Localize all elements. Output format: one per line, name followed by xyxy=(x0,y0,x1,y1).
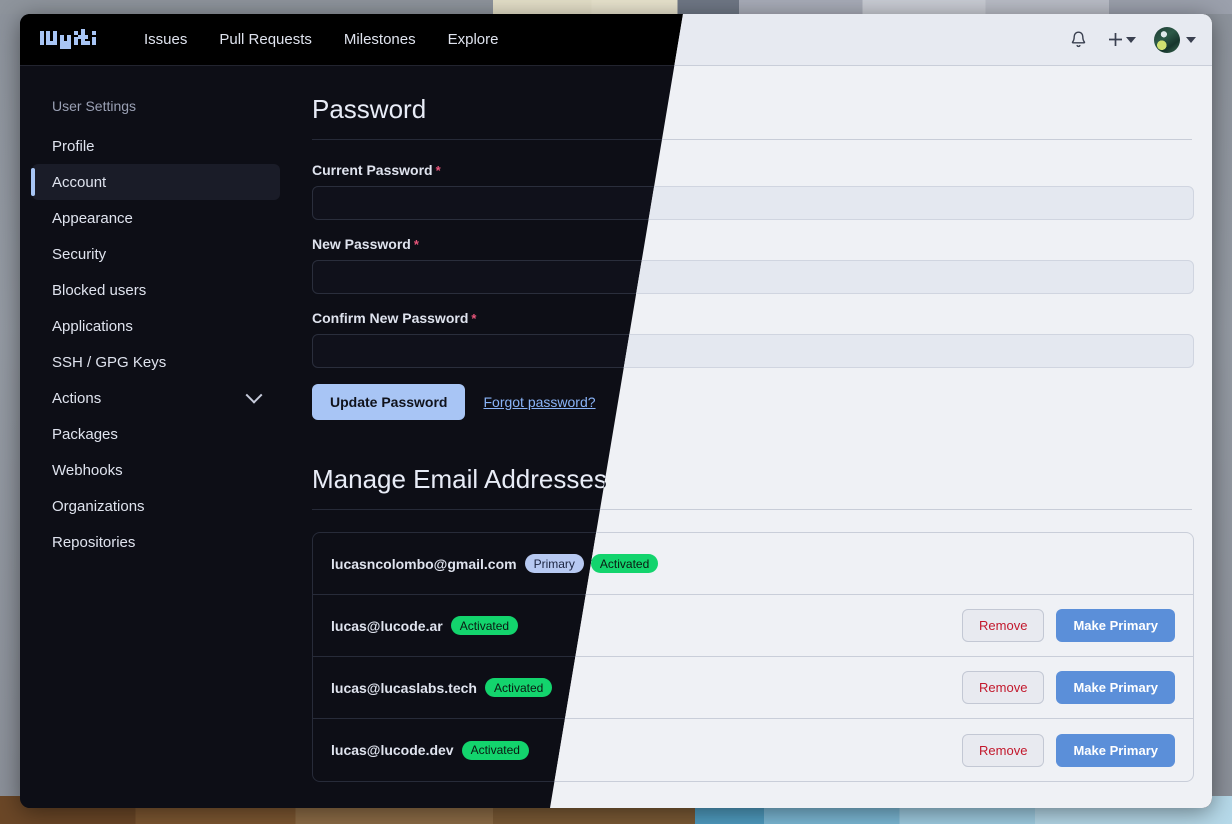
sidebar-item-label: Profile xyxy=(52,138,95,155)
wallpaper-mountains xyxy=(0,0,1232,14)
main-content: Password Current Password* New Password*… xyxy=(292,66,1212,808)
sidebar-item-actions[interactable]: Actions xyxy=(32,380,280,416)
email-address: lucas@lucode.ar xyxy=(331,618,443,634)
required-marker: * xyxy=(471,311,476,326)
email-address: lucas@lucode.dev xyxy=(331,742,454,758)
table-row: lucas@lucaslabs.tech Activated Remove Ma… xyxy=(313,657,1193,719)
sidebar-item-label: Appearance xyxy=(52,210,133,227)
make-primary-button[interactable]: Make Primary xyxy=(1056,734,1175,767)
confirm-password-label: Confirm New Password* xyxy=(312,310,1192,326)
status-badge-primary: Primary xyxy=(525,554,584,573)
sidebar-item-label: Organizations xyxy=(52,498,145,515)
row-actions: Remove Make Primary xyxy=(962,671,1175,704)
sidebar-item-label: Blocked users xyxy=(52,282,146,299)
nav-link-issues[interactable]: Issues xyxy=(128,25,203,54)
plus-icon xyxy=(1107,31,1124,48)
chevron-down-icon xyxy=(1186,37,1196,43)
top-navigation-bar: Issues Pull Requests Milestones Explore xyxy=(20,14,1212,66)
lugit-logo[interactable] xyxy=(40,28,102,52)
bell-icon xyxy=(1070,30,1087,49)
remove-button[interactable]: Remove xyxy=(962,734,1044,767)
sidebar-item-packages[interactable]: Packages xyxy=(32,416,280,452)
sidebar-item-label: Actions xyxy=(52,390,101,407)
status-badge-activated: Activated xyxy=(591,554,658,573)
sidebar-item-webhooks[interactable]: Webhooks xyxy=(32,452,280,488)
remove-button[interactable]: Remove xyxy=(962,609,1044,642)
new-password-label: New Password* xyxy=(312,236,1192,252)
email-address: lucasncolombo@gmail.com xyxy=(331,556,517,572)
row-actions: Remove Make Primary xyxy=(962,734,1175,767)
sidebar-item-label: Packages xyxy=(52,426,118,443)
page-title-manage-emails: Manage Email Addresses xyxy=(312,464,1192,510)
lugit-logo-icon xyxy=(40,29,100,51)
nav-link-explore[interactable]: Explore xyxy=(432,25,515,54)
remove-button[interactable]: Remove xyxy=(962,671,1044,704)
sidebar-item-applications[interactable]: Applications xyxy=(32,308,280,344)
create-new-button[interactable] xyxy=(1099,31,1136,48)
status-badge-activated: Activated xyxy=(462,741,529,760)
status-badge-activated: Activated xyxy=(451,616,518,635)
app-page-dark-theme: Issues Pull Requests Milestones Explore xyxy=(20,14,1212,808)
sidebar-item-label: Webhooks xyxy=(52,462,123,479)
sidebar-item-label: Security xyxy=(52,246,106,263)
sidebar-title: User Settings xyxy=(20,98,292,114)
label-text: Current Password xyxy=(312,162,433,178)
sidebar-item-label: Repositories xyxy=(52,534,135,551)
sidebar-item-label: Applications xyxy=(52,318,133,335)
status-badge-activated: Activated xyxy=(485,678,552,697)
sidebar-item-profile[interactable]: Profile xyxy=(32,128,280,164)
nav-links: Issues Pull Requests Milestones Explore xyxy=(128,25,514,54)
row-actions: Remove Make Primary xyxy=(962,609,1175,642)
sidebar-item-label: SSH / GPG Keys xyxy=(52,354,166,371)
sidebar-item-repositories[interactable]: Repositories xyxy=(32,524,280,560)
required-marker: * xyxy=(436,163,441,178)
new-password-input[interactable] xyxy=(312,260,1194,294)
make-primary-button[interactable]: Make Primary xyxy=(1056,671,1175,704)
sidebar-item-blocked-users[interactable]: Blocked users xyxy=(32,272,280,308)
sidebar-item-organizations[interactable]: Organizations xyxy=(32,488,280,524)
sidebar-item-label: Account xyxy=(52,174,106,191)
confirm-password-input[interactable] xyxy=(312,334,1194,368)
forgot-password-link[interactable]: Forgot password? xyxy=(483,394,595,410)
page-title-password: Password xyxy=(312,94,1192,140)
sidebar: User Settings Profile Account Appearance… xyxy=(20,66,292,808)
password-actions: Update Password Forgot password? xyxy=(312,384,1192,420)
sidebar-item-account[interactable]: Account xyxy=(32,164,280,200)
email-list: lucasncolombo@gmail.com Primary Activate… xyxy=(312,532,1194,782)
current-password-input[interactable] xyxy=(312,186,1194,220)
required-marker: * xyxy=(414,237,419,252)
table-row: lucas@lucode.dev Activated Remove Make P… xyxy=(313,719,1193,781)
table-row: lucasncolombo@gmail.com Primary Activate… xyxy=(313,533,1193,595)
update-password-button[interactable]: Update Password xyxy=(312,384,465,420)
chevron-down-icon xyxy=(1126,37,1136,43)
current-password-label: Current Password* xyxy=(312,162,1192,178)
label-text: Confirm New Password xyxy=(312,310,468,326)
sidebar-item-ssh-gpg-keys[interactable]: SSH / GPG Keys xyxy=(32,344,280,380)
sidebar-item-appearance[interactable]: Appearance xyxy=(32,200,280,236)
sidebar-item-security[interactable]: Security xyxy=(32,236,280,272)
app-window: Issues Pull Requests Milestones Explore xyxy=(20,14,1212,808)
user-menu-button[interactable] xyxy=(1154,27,1196,53)
nav-right-actions xyxy=(1061,23,1196,57)
make-primary-button[interactable]: Make Primary xyxy=(1056,609,1175,642)
email-address: lucas@lucaslabs.tech xyxy=(331,680,477,696)
chevron-down-icon xyxy=(246,387,263,404)
notifications-button[interactable] xyxy=(1061,23,1095,57)
nav-link-pull-requests[interactable]: Pull Requests xyxy=(203,25,328,54)
label-text: New Password xyxy=(312,236,411,252)
table-row: lucas@lucode.ar Activated Remove Make Pr… xyxy=(313,595,1193,657)
nav-link-milestones[interactable]: Milestones xyxy=(328,25,432,54)
avatar xyxy=(1154,27,1180,53)
